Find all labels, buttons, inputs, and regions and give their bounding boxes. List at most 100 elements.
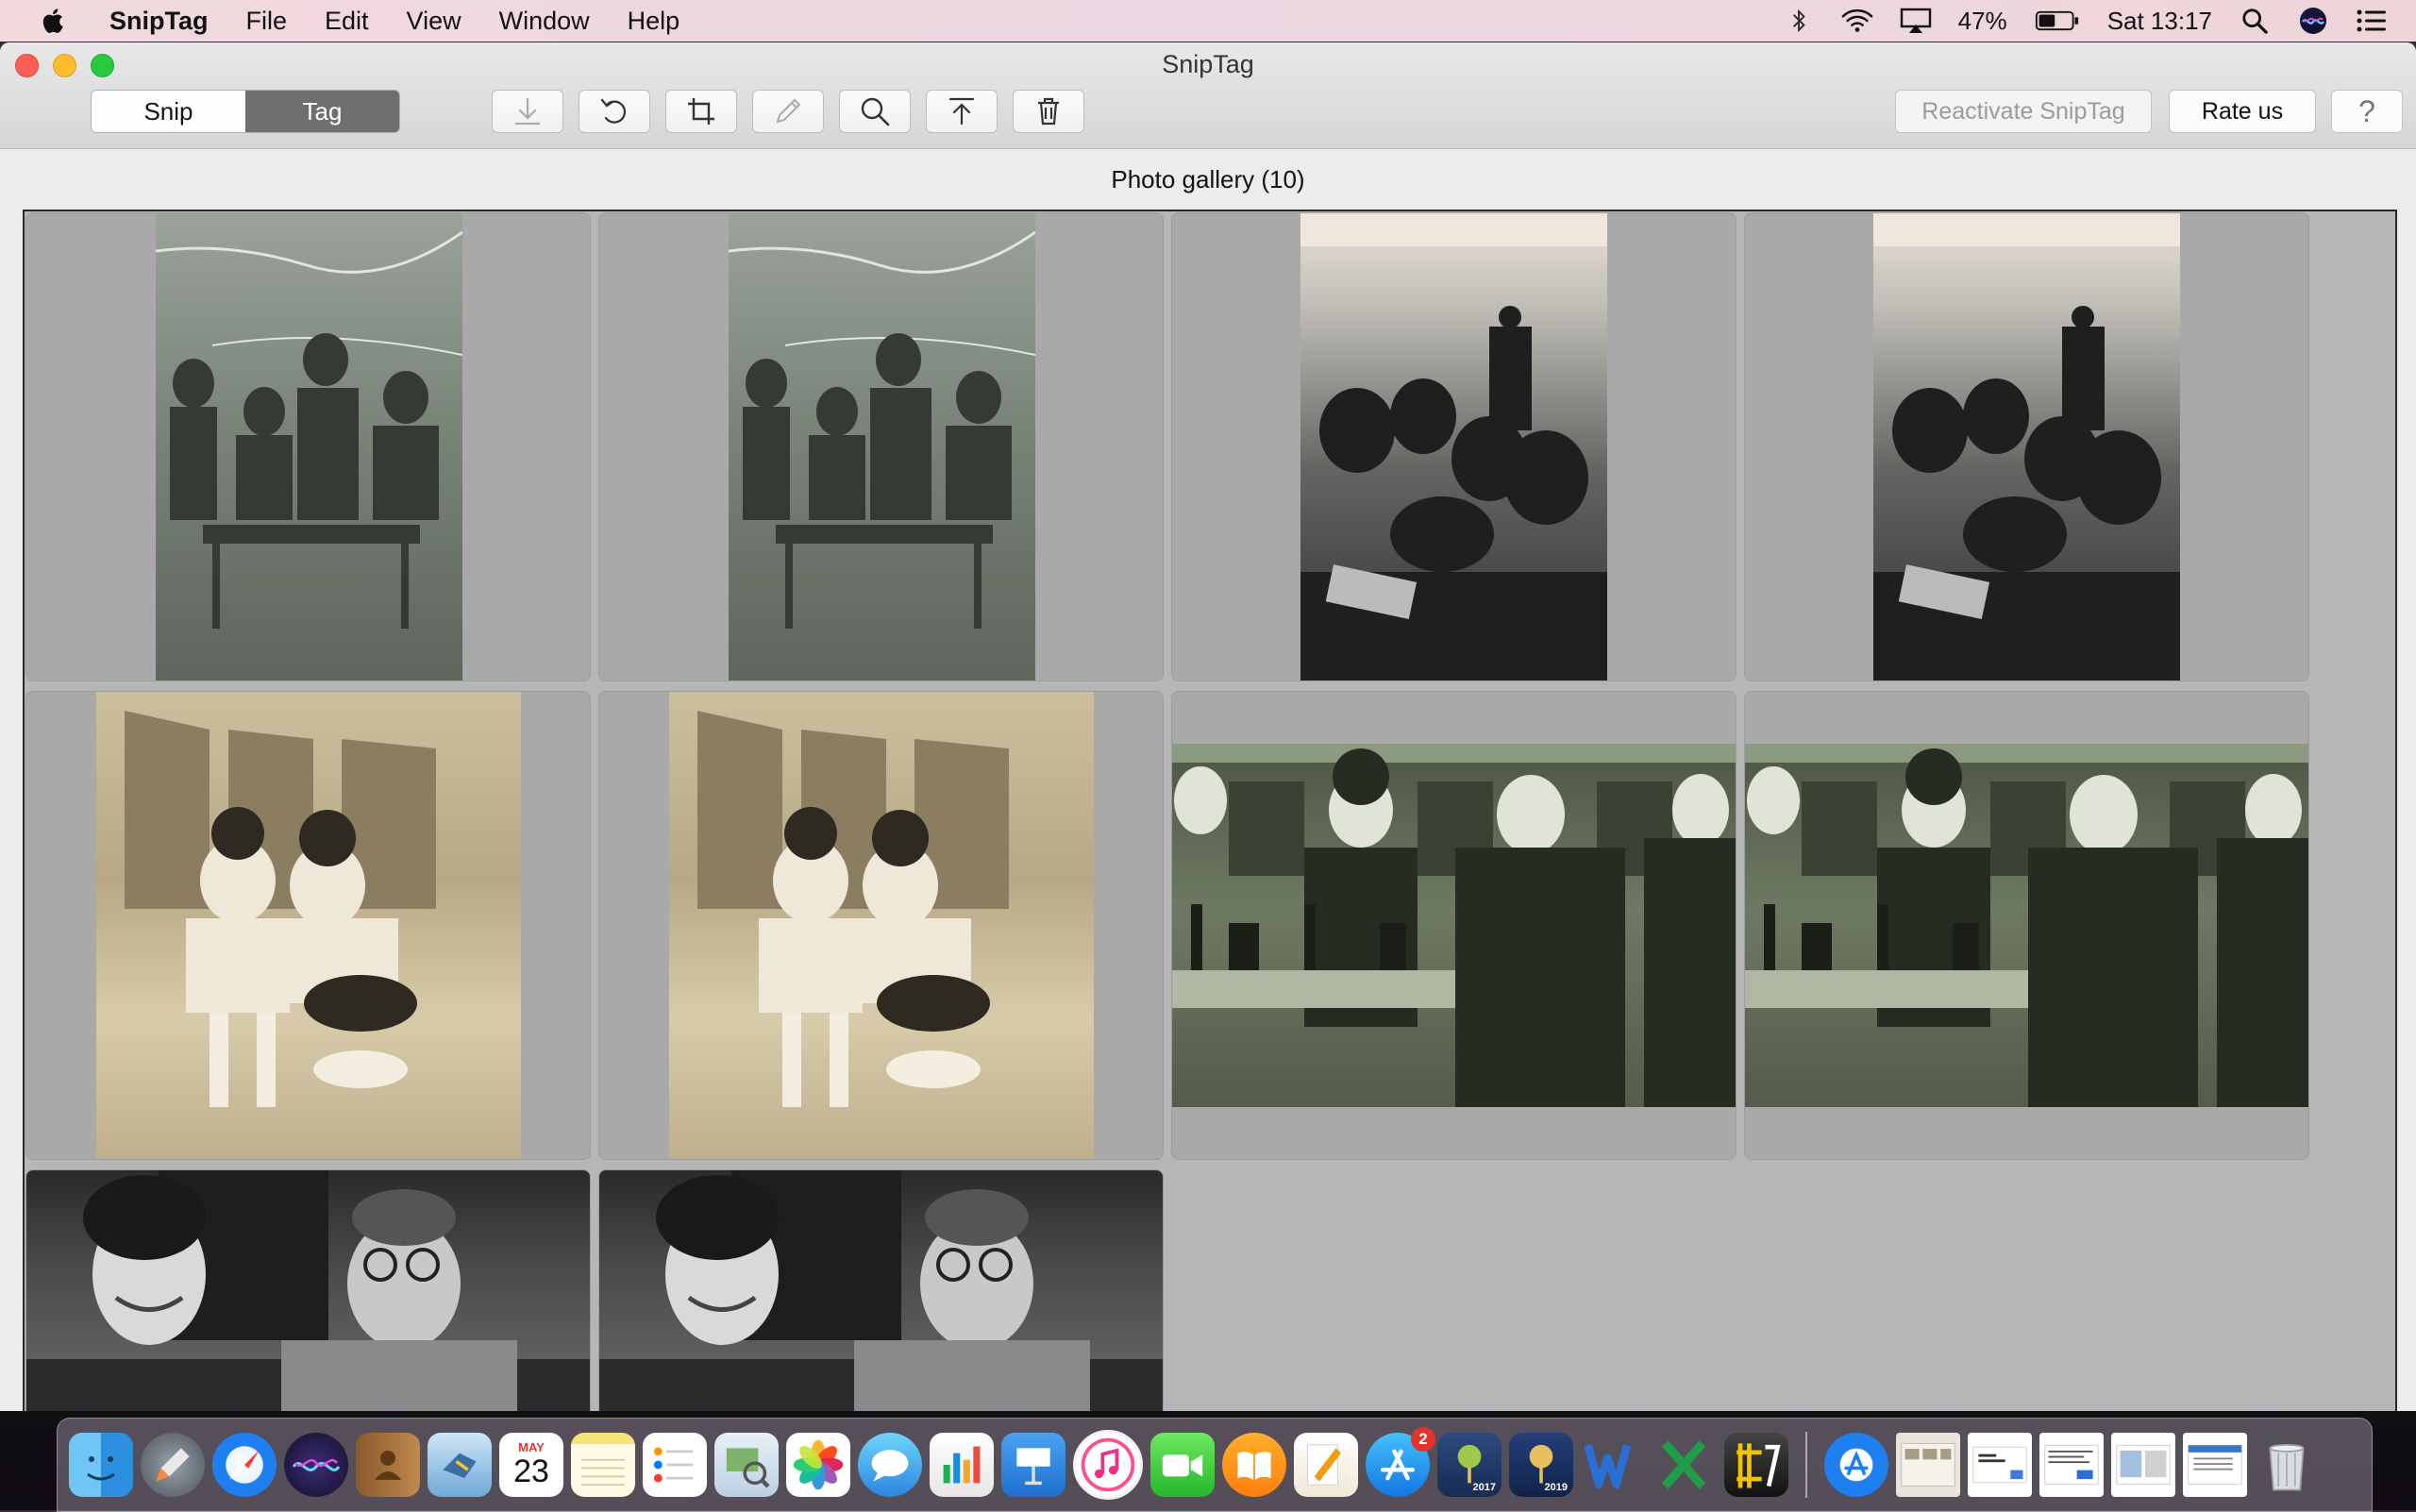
- tab-snip[interactable]: Snip: [92, 91, 245, 132]
- app-store-icon[interactable]: 2: [1366, 1427, 1435, 1497]
- photo-thumbnail[interactable]: [599, 1170, 1163, 1411]
- trash-can-icon[interactable]: [2255, 1433, 2319, 1497]
- apple-icon[interactable]: [38, 6, 66, 36]
- minimized-window-thumbnail[interactable]: [2111, 1433, 2175, 1497]
- photo-thumbnail[interactable]: [26, 1170, 590, 1411]
- calendar-day: 23: [513, 1453, 549, 1489]
- photo-gallery[interactable]: [23, 210, 2397, 1411]
- photo-thumbnail[interactable]: [669, 692, 1094, 1159]
- gallery-cell[interactable]: [1171, 691, 1736, 1160]
- calendar-icon[interactable]: MAY 23: [499, 1433, 563, 1497]
- numbers-icon[interactable]: [930, 1433, 994, 1497]
- battery-percent: 47%: [1957, 6, 2007, 35]
- photo-thumbnail[interactable]: [96, 692, 521, 1159]
- minimized-window-thumbnail[interactable]: [2039, 1433, 2104, 1497]
- menu-app-name[interactable]: SnipTag: [109, 7, 209, 36]
- app-store-badge: 2: [1411, 1427, 1435, 1452]
- dock-separator: [1805, 1432, 1807, 1498]
- excel-icon[interactable]: [1653, 1433, 1717, 1497]
- photo-thumbnail[interactable]: [1172, 744, 1736, 1107]
- crop-button[interactable]: [665, 90, 737, 133]
- notification-center-icon[interactable]: [2356, 5, 2388, 37]
- reactivate-button[interactable]: Reactivate SnipTag: [1895, 90, 2152, 133]
- import-button[interactable]: [492, 90, 563, 133]
- minimized-window-thumbnail[interactable]: [1896, 1433, 1960, 1497]
- photo-thumbnail[interactable]: [729, 213, 1035, 680]
- window-title: SnipTag: [1162, 50, 1254, 78]
- gallery-cell[interactable]: [598, 691, 1164, 1160]
- minimized-window-thumbnail[interactable]: [2183, 1433, 2247, 1497]
- siri-icon[interactable]: [2297, 5, 2329, 37]
- sniptag-icon[interactable]: [1724, 1433, 1788, 1497]
- gallery-cell[interactable]: [598, 1169, 1164, 1411]
- mode-segmented-control: Snip Tag: [91, 90, 400, 133]
- photos-icon[interactable]: [786, 1433, 850, 1497]
- launchpad-icon[interactable]: [141, 1433, 205, 1497]
- menu-edit[interactable]: Edit: [325, 7, 369, 36]
- menu-view[interactable]: View: [407, 7, 461, 36]
- messages-icon[interactable]: [858, 1433, 922, 1497]
- menu-clock[interactable]: Sat 13:17: [2107, 7, 2212, 36]
- pages-icon[interactable]: [1294, 1433, 1358, 1497]
- trash-icon: [1038, 97, 1059, 126]
- delete-button[interactable]: [1013, 90, 1084, 133]
- minimized-window-thumbnail[interactable]: [1968, 1433, 2032, 1497]
- facetime-icon[interactable]: [1150, 1433, 1215, 1497]
- reminders-icon[interactable]: [643, 1433, 707, 1497]
- ibooks-icon[interactable]: [1222, 1433, 1286, 1497]
- rotate-icon: [600, 98, 627, 124]
- gallery-cell[interactable]: [1744, 212, 2309, 681]
- bluetooth-icon[interactable]: [1783, 5, 1815, 37]
- wifi-icon[interactable]: [1841, 5, 1873, 37]
- download-icon: [514, 97, 541, 126]
- tab-tag[interactable]: Tag: [245, 91, 399, 132]
- gallery-cell[interactable]: [25, 691, 591, 1160]
- rotate-button[interactable]: [579, 90, 650, 133]
- gallery-cell[interactable]: [1744, 691, 2309, 1160]
- photo-thumbnail[interactable]: [1873, 213, 2180, 680]
- siri-app-icon[interactable]: [284, 1433, 348, 1497]
- battery-icon[interactable]: [2034, 5, 2081, 37]
- zoom-button[interactable]: [839, 90, 911, 133]
- status-area: 47% Sat 13:17: [1783, 0, 2416, 42]
- word-icon[interactable]: [1581, 1433, 1645, 1497]
- menu-window[interactable]: Window: [499, 7, 590, 36]
- gallery-title: Photo gallery (10): [1111, 165, 1305, 193]
- app-window: SnipTag Snip Tag Reactivate SnipTag Rate…: [0, 42, 2416, 1411]
- itunes-icon[interactable]: [1073, 1430, 1143, 1500]
- magnifier-icon: [861, 97, 890, 126]
- airplay-icon[interactable]: [1900, 5, 1932, 37]
- app-store-downloads-icon[interactable]: [1824, 1433, 1888, 1497]
- notes-icon[interactable]: [571, 1433, 635, 1497]
- gallery-cell[interactable]: [25, 1169, 591, 1411]
- finder-icon[interactable]: [69, 1433, 133, 1497]
- photo-thumbnail[interactable]: [1300, 213, 1607, 680]
- preview-icon[interactable]: [714, 1433, 779, 1497]
- title-bar: SnipTag Snip Tag Reactivate SnipTag Rate…: [0, 42, 2416, 149]
- keynote-icon[interactable]: [1001, 1433, 1065, 1497]
- photo-thumbnail[interactable]: [156, 213, 462, 680]
- export-button[interactable]: [926, 90, 998, 133]
- menu-file[interactable]: File: [246, 7, 288, 36]
- mail-icon[interactable]: [428, 1433, 492, 1497]
- safari-icon[interactable]: [212, 1433, 277, 1497]
- calendar-month: MAY: [518, 1440, 545, 1454]
- gallery-cell[interactable]: [598, 212, 1164, 681]
- dock: MAY 23 2 2017 2019: [57, 1418, 2373, 1512]
- menu-help[interactable]: Help: [628, 7, 680, 36]
- edit-button[interactable]: [752, 90, 824, 133]
- upload-icon: [948, 97, 975, 126]
- gallery-cell[interactable]: [25, 212, 591, 681]
- family-tree-2019-label: 2019: [1544, 1482, 1568, 1493]
- family-tree-2019-icon[interactable]: 2019: [1509, 1433, 1573, 1497]
- family-tree-2017-label: 2017: [1472, 1482, 1496, 1493]
- crop-icon: [688, 98, 714, 125]
- help-button[interactable]: ?: [2331, 90, 2403, 133]
- contacts-icon[interactable]: [356, 1433, 420, 1497]
- pencil-icon: [776, 98, 801, 124]
- spotlight-icon[interactable]: [2239, 5, 2271, 37]
- gallery-cell[interactable]: [1171, 212, 1736, 681]
- photo-thumbnail[interactable]: [1745, 744, 2308, 1107]
- family-tree-2017-icon[interactable]: 2017: [1437, 1433, 1502, 1497]
- rate-us-button[interactable]: Rate us: [2169, 90, 2316, 133]
